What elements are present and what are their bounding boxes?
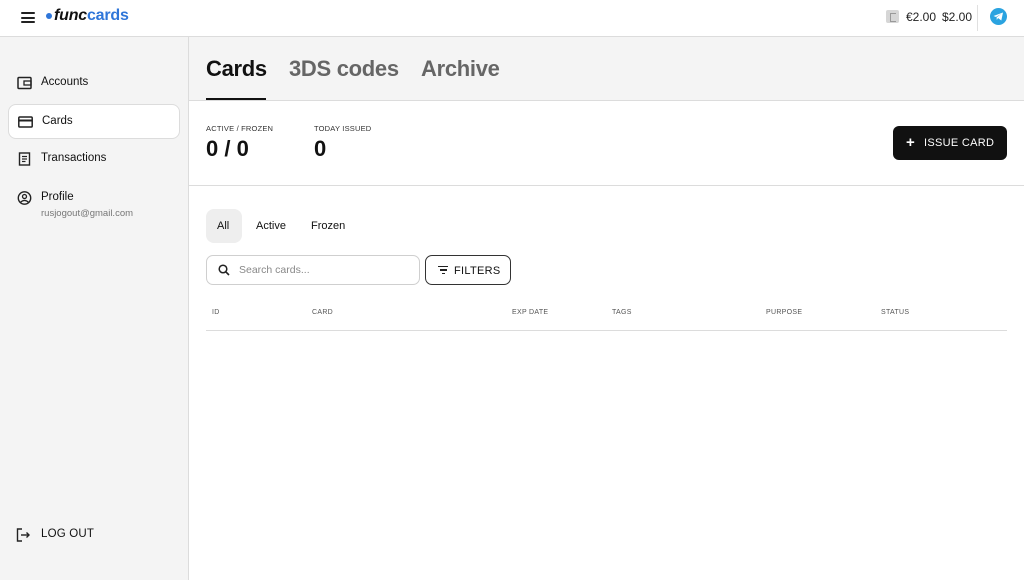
active-tab-indicator <box>206 98 266 100</box>
active-frozen-value: 0 / 0 <box>206 136 249 161</box>
sidebar-item-accounts[interactable]: Accounts <box>8 66 180 101</box>
logout-label: LOG OUT <box>41 528 95 540</box>
sidebar-item-label: Cards <box>42 115 73 127</box>
tab-3ds-codes[interactable]: 3DS codes <box>289 56 399 82</box>
active-frozen-label: ACTIVE / FROZEN <box>206 124 274 133</box>
logout-icon <box>16 528 30 542</box>
today-issued-label: TODAY ISSUED <box>314 124 372 133</box>
filter-tab-frozen[interactable]: Frozen <box>301 209 351 243</box>
balance-eur: €2.00 <box>906 10 937 24</box>
sidebar-item-label: Profile <box>41 191 74 203</box>
column-header-status[interactable]: STATUS <box>881 309 909 316</box>
logo-text-func: func <box>54 7 87 24</box>
table-header: ID CARD EXP DATE TAGS PURPOSE STATUS <box>206 303 1007 331</box>
profile-email: rusjogout@gmail.com <box>41 208 134 219</box>
column-header-exp-date[interactable]: EXP DATE <box>512 309 548 316</box>
menu-icon[interactable] <box>21 12 35 23</box>
receipt-icon <box>18 152 31 166</box>
plus-icon: + <box>906 134 915 151</box>
top-bar: funccards €2.00 $2.00 <box>0 0 1024 37</box>
tabs-bar: Cards 3DS codes Archive <box>189 37 1024 101</box>
user-circle-icon <box>17 191 32 205</box>
filters-button[interactable]: FILTERS <box>425 255 511 285</box>
filter-tab-label: Active <box>256 220 286 232</box>
today-issued-value: 0 <box>314 136 327 161</box>
column-header-purpose[interactable]: PURPOSE <box>766 309 802 316</box>
column-header-id[interactable]: ID <box>212 309 220 316</box>
balance-usd: $2.00 <box>942 10 973 24</box>
filter-tab-label: Frozen <box>311 220 346 232</box>
main-content: Cards 3DS codes Archive ACTIVE / FROZEN … <box>189 37 1024 580</box>
filters-label: FILTERS <box>454 265 501 277</box>
logo-dot <box>46 13 52 19</box>
topbar-divider <box>977 5 978 31</box>
column-header-card[interactable]: CARD <box>312 309 333 316</box>
filter-tab-all[interactable]: All <box>206 209 242 243</box>
issue-card-button[interactable]: + ISSUE CARD <box>893 126 1007 160</box>
sidebar-item-label: Accounts <box>41 76 89 88</box>
credit-card-icon <box>18 116 33 128</box>
telegram-icon[interactable] <box>990 8 1007 25</box>
filter-tab-label: All <box>217 220 230 232</box>
tab-archive[interactable]: Archive <box>421 56 500 82</box>
search-icon <box>218 264 230 276</box>
search-input[interactable] <box>239 262 409 278</box>
sidebar-item-transactions[interactable]: Transactions <box>8 142 180 177</box>
issue-card-label: ISSUE CARD <box>924 137 995 149</box>
wallet-icon <box>886 10 899 23</box>
logout-button[interactable]: LOG OUT <box>16 526 116 544</box>
column-header-tags[interactable]: TAGS <box>612 309 632 316</box>
sidebar-item-label: Transactions <box>41 152 107 164</box>
sidebar: Accounts Cards Transactions Profile rusj… <box>0 37 189 580</box>
sidebar-item-cards[interactable]: Cards <box>8 104 180 139</box>
filter-tab-active[interactable]: Active <box>246 209 294 243</box>
logo-text-cards: cards <box>86 7 129 24</box>
filter-icon <box>438 266 448 276</box>
search-box <box>206 255 420 285</box>
stats-panel: ACTIVE / FROZEN 0 / 0 TODAY ISSUED 0 + I… <box>189 101 1024 186</box>
logo[interactable]: funccards <box>46 7 129 25</box>
tab-cards[interactable]: Cards <box>206 56 267 82</box>
wallet-icon <box>17 76 32 90</box>
